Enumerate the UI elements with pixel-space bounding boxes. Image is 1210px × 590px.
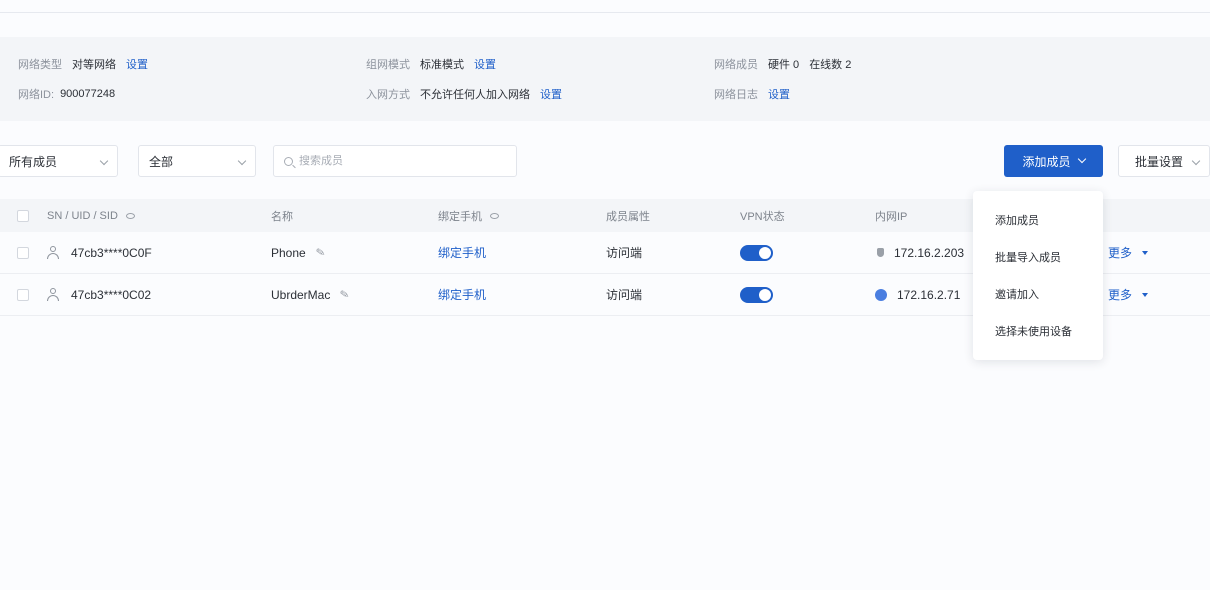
status-filter-value: 所有成员 [9,154,58,169]
menu-item-add-member[interactable]: 添加成员 [973,201,1103,238]
bind-phone-link[interactable]: 绑定手机 [438,244,486,261]
bind-phone-link[interactable]: 绑定手机 [438,286,486,303]
header-member-type: 成员属性 [606,210,650,223]
menu-item-invite[interactable]: 邀请加入 [973,275,1103,312]
chevron-down-icon [1077,154,1086,164]
header-id-label: SN / UID / SID [47,209,118,222]
header-id: SN / UID / SID [47,199,135,232]
menu-item-select-unused-device[interactable]: 选择未使用设备 [973,312,1103,349]
more-actions-link[interactable]: 更多 [1108,286,1132,303]
network-members-item: 网络成员 硬件 0 在线数 2 [714,56,861,72]
add-member-button[interactable]: 添加成员 [1004,145,1103,177]
network-type-label: 网络类型 [18,59,62,71]
join-method-item: 入网方式 不允许任何人加入网络 设置 [366,86,562,102]
chevron-down-icon [1191,156,1201,166]
batch-settings-button[interactable]: 批量设置 [1118,145,1210,177]
top-divider [0,12,1210,13]
network-log-item: 网络日志 设置 [714,86,790,102]
join-method-setting-link[interactable]: 设置 [540,86,562,102]
caret-down-icon[interactable] [1142,250,1149,255]
row-id: 47cb3****0C02 [71,287,152,302]
network-id-value: 900077248 [60,88,116,100]
edit-pencil-icon[interactable]: ✎ [339,287,350,301]
network-id-label: 网络ID: [18,89,55,101]
join-method-value: 不允许任何人加入网络 [420,89,530,101]
network-mode-label: 组网模式 [366,59,410,71]
type-filter-select[interactable]: 全部 [138,145,256,177]
network-log-label: 网络日志 [714,89,758,101]
header-ip: 内网IP [875,210,908,223]
hardware-count: 硬件 0 [768,59,800,71]
select-all-checkbox[interactable] [17,209,29,222]
row-checkbox[interactable] [17,246,29,259]
online-count: 在线数 2 [809,59,852,71]
search-input[interactable] [299,155,499,167]
chevron-down-icon [99,156,109,166]
network-members-label: 网络成员 [714,59,758,71]
network-info-panel: 网络类型 对等网络 设置 网络ID: 900077248 组网模式 标准模式 设… [0,37,1210,121]
more-actions-link[interactable]: 更多 [1108,244,1132,261]
network-type-item: 网络类型 对等网络 设置 [18,56,148,72]
type-filter-value: 全部 [149,154,174,169]
row-ip: 172.16.2.203 [894,245,965,260]
row-member-type: 访问端 [606,288,643,302]
network-mode-item: 组网模式 标准模式 设置 [366,56,496,72]
user-icon [47,245,59,260]
join-method-label: 入网方式 [366,89,410,101]
network-type-setting-link[interactable]: 设置 [126,56,148,72]
network-mode-setting-link[interactable]: 设置 [474,56,496,72]
row-id: 47cb3****0C0F [71,245,152,260]
row-ip: 172.16.2.71 [897,287,961,302]
eye-icon[interactable] [125,212,135,219]
toolbar: 所有成员 全部 添加成员 批量设置 [0,145,1210,179]
network-id-item: 网络ID: 900077248 [18,86,125,102]
os-icon [875,288,887,301]
chevron-down-icon [237,156,247,166]
header-vpn: VPN状态 [740,210,785,223]
header-name: 名称 [271,210,293,223]
edit-pencil-icon[interactable]: ✎ [315,245,326,259]
apple-icon [877,248,884,257]
select-all-cell [17,199,29,232]
row-name: Phone [271,245,306,260]
header-bind-label: 绑定手机 [438,210,482,223]
status-filter-select[interactable]: 所有成员 [0,145,118,177]
caret-down-icon[interactable] [1142,292,1149,297]
network-mode-value: 标准模式 [420,59,464,71]
row-name: UbrderMac [271,287,331,302]
menu-item-batch-import[interactable]: 批量导入成员 [973,238,1103,275]
network-type-value: 对等网络 [72,59,116,71]
add-member-dropdown: 添加成员 批量导入成员 邀请加入 选择未使用设备 [973,191,1103,360]
header-bind: 绑定手机 [438,199,499,232]
network-log-setting-link[interactable]: 设置 [768,86,790,102]
add-member-label: 添加成员 [1022,154,1071,169]
batch-settings-label: 批量设置 [1135,154,1184,169]
vpn-toggle[interactable] [740,286,773,303]
search-icon [284,156,293,166]
row-member-type: 访问端 [606,246,643,260]
vpn-toggle[interactable] [740,244,773,261]
user-icon [47,287,59,302]
eye-icon[interactable] [490,212,499,219]
row-checkbox[interactable] [17,288,29,301]
search-box[interactable] [273,145,517,177]
